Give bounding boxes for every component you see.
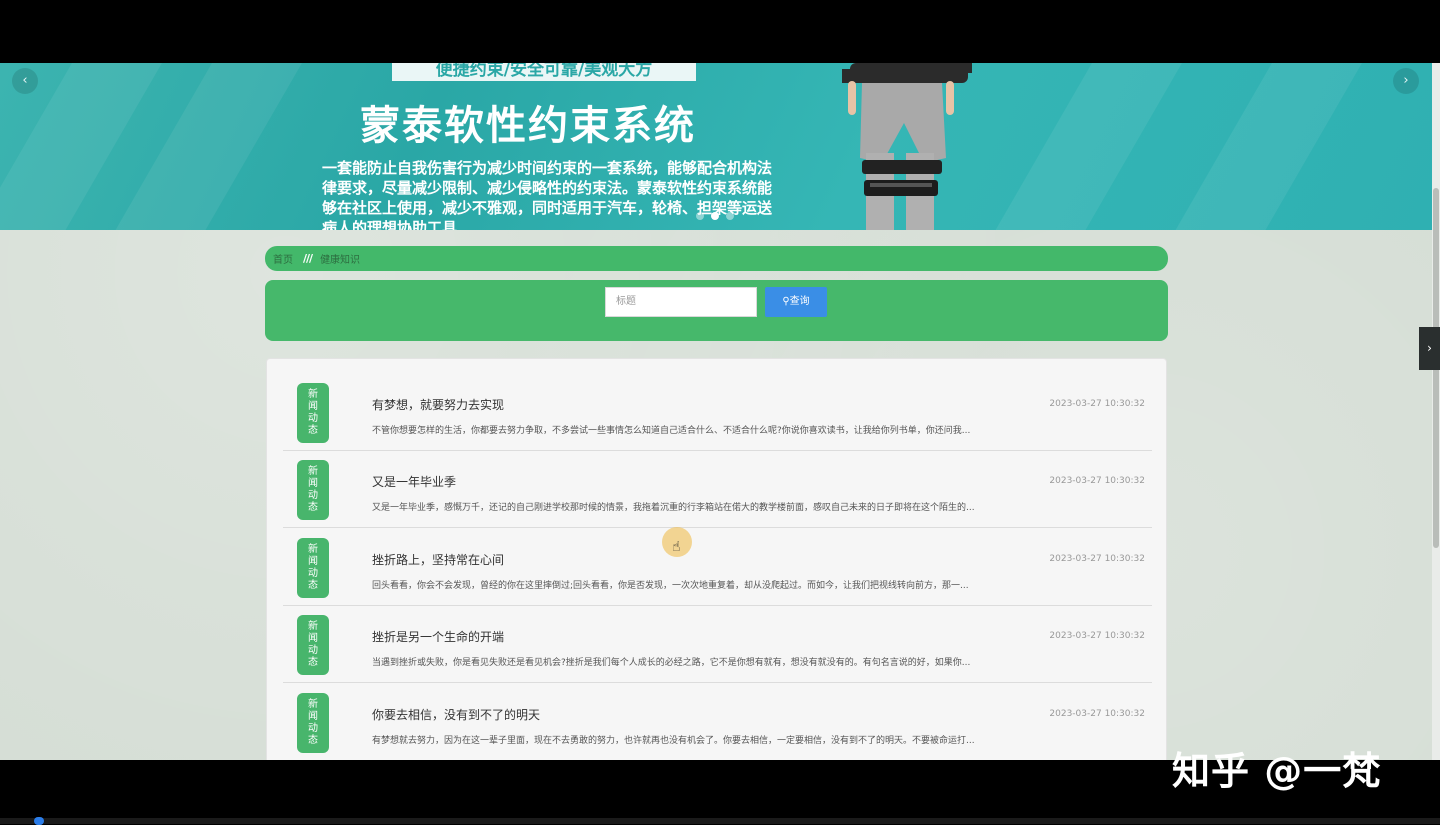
search-title-input[interactable]: 标题	[605, 287, 757, 317]
banner-dot[interactable]	[696, 212, 704, 220]
page-scrollbar[interactable]	[1432, 63, 1440, 760]
news-title[interactable]: 有梦想，就要努力去实现	[372, 396, 504, 413]
banner-stripe	[964, 63, 1206, 230]
hand-cursor-icon: ☝	[672, 539, 681, 555]
news-item[interactable]: 新闻动态 挫折路上，坚持常在心间 2023-03-27 10:30:32 回头看…	[283, 529, 1152, 606]
news-list: 新闻动态 有梦想，就要努力去实现 2023-03-27 10:30:32 不管你…	[266, 358, 1167, 760]
news-date: 2023-03-27 10:30:32	[1049, 631, 1145, 641]
search-icon: ⚲	[782, 296, 790, 307]
banner-stripe	[1144, 63, 1386, 230]
news-item[interactable]: 新闻动态 挫折是另一个生命的开端 2023-03-27 10:30:32 当遇到…	[283, 606, 1152, 683]
breadcrumb: 首页 /// 健康知识	[265, 246, 1168, 271]
news-summary: 当遇到挫折或失败，你是看见失败还是看见机会?挫折是我们每个人成长的必经之路，它不…	[372, 658, 971, 668]
news-badge: 新闻动态	[297, 538, 329, 598]
hero-banner: 便捷约束/安全可靠/美观大方 蒙泰软性约束系统 一套能防止自我伤害行为减少时间约…	[0, 63, 1432, 230]
breadcrumb-current: 健康知识	[320, 255, 361, 266]
banner-tagline: 便捷约束/安全可靠/美观大方	[392, 63, 696, 81]
news-date: 2023-03-27 10:30:32	[1049, 399, 1145, 409]
banner-title: 蒙泰软性约束系统	[360, 103, 696, 149]
news-badge: 新闻动态	[297, 460, 329, 520]
zhihu-watermark: 知乎 @一梵	[1172, 749, 1382, 793]
news-summary: 有梦想就去努力，因为在这一辈子里面，现在不去勇敢的努力，也许就再也没有机会了。你…	[372, 736, 975, 746]
side-expand-tab[interactable]: ›	[1419, 327, 1440, 370]
news-summary: 回头看看，你会不会发现，曾经的你在这里摔倒过;回头看看，你是否发现，一次次地重复…	[372, 581, 969, 591]
news-date: 2023-03-27 10:30:32	[1049, 476, 1145, 486]
news-item[interactable]: 新闻动态 有梦想，就要努力去实现 2023-03-27 10:30:32 不管你…	[283, 374, 1152, 451]
search-panel: 标题 ⚲查询	[265, 280, 1168, 341]
page-viewport: 便捷约束/安全可靠/美观大方 蒙泰软性约束系统 一套能防止自我伤害行为减少时间约…	[0, 63, 1432, 760]
news-title[interactable]: 挫折是另一个生命的开端	[372, 628, 504, 645]
video-top-letterbox	[0, 0, 1440, 63]
search-button[interactable]: ⚲查询	[765, 287, 827, 317]
news-date: 2023-03-27 10:30:32	[1049, 709, 1145, 719]
news-badge: 新闻动态	[297, 693, 329, 753]
video-progress-bar[interactable]	[0, 817, 1440, 825]
banner-prev-button[interactable]: ‹	[12, 68, 38, 94]
banner-dot[interactable]	[726, 212, 734, 220]
news-badge: 新闻动态	[297, 615, 329, 675]
news-date: 2023-03-27 10:30:32	[1049, 554, 1145, 564]
news-summary: 不管你想要怎样的生活，你都要去努力争取，不多尝试一些事情怎么知道自己适合什么、不…	[372, 426, 971, 436]
news-item[interactable]: 新闻动态 又是一年毕业季 2023-03-27 10:30:32 又是一年毕业季…	[283, 451, 1152, 528]
news-title[interactable]: 你要去相信，没有到不了的明天	[372, 706, 540, 723]
news-title[interactable]: 又是一年毕业季	[372, 473, 456, 490]
news-title[interactable]: 挫折路上，坚持常在心间	[372, 551, 504, 568]
breadcrumb-separator: ///	[303, 252, 313, 265]
news-item[interactable]: 新闻动态 你要去相信，没有到不了的明天 2023-03-27 10:30:32 …	[283, 684, 1152, 760]
search-button-label: 查询	[789, 296, 810, 307]
news-badge: 新闻动态	[297, 383, 329, 443]
banner-dot-active[interactable]	[711, 212, 719, 220]
banner-pagination	[696, 212, 734, 220]
banner-next-button[interactable]: ›	[1393, 68, 1419, 94]
news-summary: 又是一年毕业季，感慨万千，还记的自己刚进学校那时候的情景，我拖着沉重的行李箱站在…	[372, 503, 975, 513]
breadcrumb-home[interactable]: 首页	[273, 251, 293, 266]
product-model-image	[842, 63, 972, 230]
